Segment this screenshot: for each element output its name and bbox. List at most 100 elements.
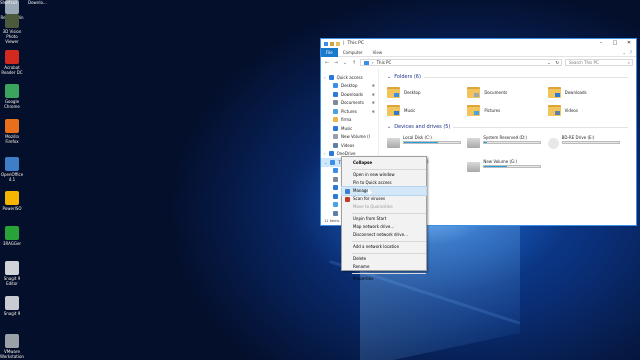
sidebar-item-label: Quick access [336, 74, 363, 80]
desktop-shortcut[interactable]: Mozilla Firefox [0, 119, 24, 144]
folder-music[interactable]: Music [387, 103, 467, 117]
menu-item-disconnect-network-drive[interactable]: Disconnect network drive... [342, 231, 426, 239]
drive-info: Local Disk (C:) [403, 135, 461, 153]
sidebar-item-quick-access[interactable]: › Quick access [321, 73, 378, 82]
expand-ribbon-icon[interactable]: ⌄ [623, 50, 630, 55]
desktop-shortcut[interactable]: PowerISO [0, 191, 24, 211]
collapse-chevron-icon: ⌄ [387, 124, 392, 130]
menu-item-label: Delete [353, 256, 367, 261]
pin-icon: ✱ [371, 91, 375, 97]
up-arrow-icon[interactable]: ↑ [351, 60, 357, 66]
minimize-button[interactable]: – [594, 39, 608, 48]
sidebar-item-new-volume-i[interactable]: New Volume (I [321, 133, 378, 142]
documents-icon [333, 100, 338, 106]
expand-chevron-icon[interactable]: › [324, 151, 326, 156]
menu-separator [352, 252, 426, 254]
desktop-shortcut[interactable]: Snagit 9 Editor [0, 261, 24, 286]
hdd-icon [467, 162, 481, 172]
menu-separator [352, 272, 426, 274]
desktop-shortcut[interactable]: OpenOffice 4.1 [0, 157, 24, 182]
sidebar-item-music[interactable]: Music [321, 124, 378, 133]
refresh-icon[interactable]: ↻ [556, 60, 561, 65]
menu-item-rename[interactable]: Rename [342, 263, 426, 271]
address-chevron-icon: › [372, 60, 374, 65]
desktop-shortcut[interactable]: Acrobat Reader DC [0, 50, 24, 75]
sidebar-item-label: firma [341, 117, 352, 123]
folder-icon [467, 104, 481, 116]
menu-item-properties[interactable]: Properties [342, 275, 426, 283]
desktop-shortcut-label: Google Chrome [4, 99, 20, 109]
menu-item-label: Scan for viruses [353, 196, 386, 201]
drive-usage-fill [484, 142, 488, 143]
help-icon[interactable]: ? [630, 50, 636, 55]
desktop-shortcut[interactable]: Snagit 9 [0, 296, 24, 316]
drive-item[interactable]: Local Disk (C:) [387, 135, 467, 153]
sidebar-item-firma[interactable]: firma [321, 116, 378, 125]
desktop-shortcut-label: Downlo... [28, 0, 47, 5]
folder-documents[interactable]: Documents [467, 85, 547, 99]
search-placeholder: Search This PC [569, 60, 599, 65]
downloads-icon [333, 91, 338, 97]
music-icon [333, 125, 338, 131]
collapse-chevron-icon: ⌄ [387, 74, 392, 80]
menu-item-pin-to-quick-access[interactable]: Pin to Quick access [342, 179, 426, 187]
expand-chevron-icon[interactable]: ⌄ [324, 160, 327, 165]
search-input[interactable]: Search This PC ⌕ [565, 59, 633, 66]
sidebar-item-videos[interactable]: Videos [321, 141, 378, 150]
folder-icon [387, 86, 400, 98]
menu-item-unpin-from-start[interactable]: Unpin from Start [342, 215, 426, 223]
menu-item-scan-for-viruses[interactable]: Scan for viruses [342, 195, 426, 203]
desktop-icon [333, 168, 338, 174]
desktop-shortcut[interactable]: VMware Workstation [0, 334, 24, 359]
tab-file[interactable]: File [321, 47, 338, 57]
drive-info: New Volume (G:) [483, 159, 542, 177]
menu-item-label: Pin to Quick access [353, 180, 392, 185]
menu-item-open-in-new-window[interactable]: Open in new window [342, 171, 426, 179]
menu-item-manage[interactable]: Manage [341, 186, 427, 196]
menu-item-add-a-network-location[interactable]: Add a network location [342, 243, 426, 251]
folder-label: Pictures [484, 107, 501, 113]
drive-item[interactable]: New Volume (G:) [467, 159, 547, 177]
sidebar-item-pictures[interactable]: Pictures ✱ [321, 107, 378, 116]
drive-usage-bar [561, 141, 620, 144]
forward-arrow-icon[interactable]: → [333, 60, 339, 66]
menu-item-label: Disconnect network drive... [353, 232, 408, 237]
desktop-shortcut[interactable]: 3RAGGer [0, 226, 24, 246]
menu-item-map-network-drive[interactable]: Map network drive... [342, 223, 426, 231]
drives-section-header[interactable]: ⌄ Devices and drives (5) [387, 123, 628, 131]
back-arrow-icon[interactable]: ← [324, 60, 330, 66]
address-dropdown-icon[interactable]: ⌄ [547, 60, 552, 65]
address-bar[interactable]: › This PC ⌄ ↻ [360, 59, 562, 66]
tab-view[interactable]: View [368, 48, 388, 57]
drive-item[interactable]: BD-RE Drive (E:) [547, 135, 628, 153]
sidebar-item-downloads[interactable]: Downloads ✱ [321, 90, 378, 99]
bd-drive-icon [547, 138, 559, 149]
close-button[interactable]: ✕ [622, 39, 636, 48]
folder-videos[interactable]: Videos [547, 103, 628, 117]
folder-downloads[interactable]: Downloads [547, 85, 628, 99]
pc-icon [364, 60, 369, 65]
desktop-shortcut[interactable]: Google Chrome [0, 84, 24, 109]
sidebar-item-documents[interactable]: Documents ✱ [321, 99, 378, 108]
tab-computer[interactable]: Computer [338, 48, 368, 57]
recent-chevron-icon[interactable]: ⌄ [342, 60, 348, 66]
sidebar-item-label: Downloads [341, 91, 363, 97]
sidebar-item-desktop[interactable]: Desktop ✱ [321, 82, 378, 91]
new-folder-icon[interactable] [336, 41, 340, 46]
antivirus-icon [345, 196, 350, 202]
properties-icon[interactable] [330, 41, 334, 46]
folders-section-header[interactable]: ⌄ Folders (6) [387, 73, 628, 81]
sidebar-item-label: New Volume (I [341, 134, 370, 140]
menu-item-delete[interactable]: Delete [342, 255, 426, 263]
window-title: This PC [347, 41, 365, 46]
expand-chevron-icon[interactable]: › [324, 75, 326, 80]
pc-icon [324, 41, 328, 46]
drive-item[interactable]: System Reserved (D:) [467, 135, 547, 153]
sidebar-item-label: Documents [341, 100, 364, 106]
menu-item-collapse[interactable]: Collapse [342, 159, 426, 167]
folder-pictures[interactable]: Pictures [467, 103, 547, 117]
maximize-button[interactable]: □ [608, 39, 622, 48]
music-icon [394, 110, 399, 115]
folder-desktop[interactable]: Desktop [387, 85, 467, 99]
desktop-shortcut[interactable]: 3D Vision Photo Viewer [0, 14, 24, 44]
